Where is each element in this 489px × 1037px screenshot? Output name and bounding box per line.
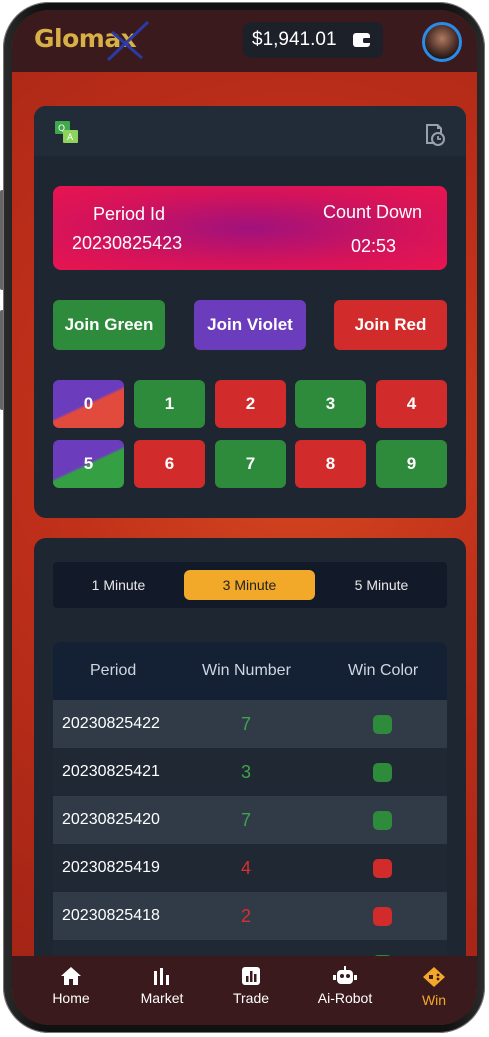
row-period: 20230825422 bbox=[62, 715, 160, 732]
table-row: 20230825420 7 bbox=[53, 796, 447, 844]
app-screen: Glomax $1,941.01 Q A Period Id 202308254… bbox=[12, 10, 477, 1025]
win-icon bbox=[423, 967, 445, 987]
table-row: 20230825419 4 bbox=[53, 844, 447, 892]
number-label: 3 bbox=[325, 394, 336, 413]
nav-trade[interactable]: Trade bbox=[216, 966, 286, 1006]
robot-icon bbox=[333, 966, 357, 984]
results-card: 1 Minute 3 Minute 5 Minute Period Win Nu… bbox=[34, 538, 466, 1025]
countdown-value: 02:53 bbox=[351, 236, 397, 256]
column-header-win-number: Win Number bbox=[202, 662, 291, 679]
row-win-color-dot bbox=[373, 907, 392, 926]
period-value: 20230825423 bbox=[72, 233, 183, 253]
countdown-label: Count Down bbox=[323, 202, 423, 222]
row-win-color-dot bbox=[373, 859, 392, 878]
results-table: Period Win Number Win Color 20230825422 7… bbox=[53, 642, 447, 988]
row-period: 20230825419 bbox=[62, 859, 160, 876]
home-icon bbox=[61, 967, 81, 985]
nav-label: Win bbox=[421, 992, 447, 1008]
column-header-win-color: Win Color bbox=[348, 662, 419, 679]
tab-1-minute[interactable]: 1 Minute bbox=[53, 570, 184, 600]
row-win-number: 3 bbox=[241, 762, 252, 782]
nav-label: Home bbox=[52, 990, 90, 1006]
nav-home[interactable]: Home bbox=[36, 966, 106, 1006]
number-2-button[interactable]: 2 bbox=[215, 380, 286, 428]
chat-qa-icon[interactable]: Q A bbox=[54, 120, 80, 146]
column-header-period: Period bbox=[90, 662, 137, 679]
number-4-button[interactable]: 4 bbox=[376, 380, 447, 428]
join-red-button[interactable]: Join Red bbox=[334, 300, 447, 350]
table-row: 20230825418 2 bbox=[53, 892, 447, 940]
number-label: 9 bbox=[406, 454, 417, 473]
table-row: 20230825421 3 bbox=[53, 748, 447, 796]
row-win-color-dot bbox=[373, 715, 392, 734]
join-violet-button[interactable]: Join Violet bbox=[194, 300, 306, 350]
number-label: 7 bbox=[245, 454, 256, 473]
logo-x-mark bbox=[106, 20, 150, 62]
number-1-button[interactable]: 1 bbox=[134, 380, 205, 428]
tab-3-minute[interactable]: 3 Minute bbox=[184, 570, 315, 600]
number-7-button[interactable]: 7 bbox=[215, 440, 286, 488]
trade-icon bbox=[242, 967, 260, 985]
table-body: 20230825422 7 20230825421 3 20230825420 7 2023… bbox=[53, 700, 447, 988]
row-win-color-dot bbox=[373, 811, 392, 830]
number-label: 0 bbox=[83, 394, 94, 413]
bottom-navigation: Home Market Trade Ai-Robot Win bbox=[12, 956, 477, 1025]
user-avatar[interactable] bbox=[422, 22, 462, 62]
number-6-button[interactable]: 6 bbox=[134, 440, 205, 488]
history-clock-icon[interactable] bbox=[424, 122, 446, 146]
number-3-button[interactable]: 3 bbox=[295, 380, 366, 428]
timeframe-tabs: 1 Minute 3 Minute 5 Minute bbox=[53, 562, 447, 608]
nav-win[interactable]: Win bbox=[399, 966, 469, 1008]
row-win-number: 2 bbox=[241, 906, 252, 926]
row-win-number: 7 bbox=[241, 810, 252, 830]
nav-ai-robot[interactable]: Ai-Robot bbox=[310, 966, 380, 1006]
nav-label: Ai-Robot bbox=[317, 990, 373, 1006]
game-card-header: Q A bbox=[34, 106, 466, 156]
balance-display[interactable]: $1,941.01 bbox=[243, 22, 383, 58]
row-win-number: 4 bbox=[241, 858, 252, 878]
app-header: Glomax $1,941.01 bbox=[12, 10, 477, 72]
balance-amount: $1,941.01 bbox=[252, 29, 337, 50]
period-label: Period Id bbox=[93, 204, 166, 224]
game-card: Q A Period Id 20230825423 Count Down 02:… bbox=[34, 106, 466, 518]
nav-label: Trade bbox=[232, 990, 270, 1006]
number-5-button[interactable]: 5 bbox=[53, 440, 124, 488]
number-8-button[interactable]: 8 bbox=[295, 440, 366, 488]
number-label: 2 bbox=[245, 394, 256, 413]
phone-device: Glomax $1,941.01 Q A Period Id 202308254… bbox=[0, 0, 489, 1037]
number-label: 8 bbox=[325, 454, 336, 473]
market-icon bbox=[154, 968, 169, 985]
row-period: 20230825418 bbox=[62, 907, 160, 924]
period-info-box: Period Id 20230825423 Count Down 02:53 bbox=[53, 186, 447, 270]
nav-label: Market bbox=[140, 990, 184, 1006]
join-green-button[interactable]: Join Green bbox=[53, 300, 165, 350]
row-win-number: 7 bbox=[241, 714, 252, 734]
row-win-color-dot bbox=[373, 763, 392, 782]
svg-text:A: A bbox=[67, 133, 74, 143]
table-header: Period Win Number Win Color bbox=[53, 642, 447, 700]
row-period: 20230825421 bbox=[62, 763, 160, 780]
number-0-button[interactable]: 0 bbox=[53, 380, 124, 428]
nav-market[interactable]: Market bbox=[127, 966, 197, 1006]
wallet-icon[interactable] bbox=[352, 31, 371, 48]
number-9-button[interactable]: 9 bbox=[376, 440, 447, 488]
number-label: 5 bbox=[83, 454, 94, 473]
table-row: 20230825422 7 bbox=[53, 700, 447, 748]
number-label: 1 bbox=[164, 394, 175, 413]
number-label: 4 bbox=[406, 394, 417, 413]
tab-5-minute[interactable]: 5 Minute bbox=[316, 570, 447, 600]
row-period: 20230825420 bbox=[62, 811, 160, 828]
number-label: 6 bbox=[164, 454, 175, 473]
